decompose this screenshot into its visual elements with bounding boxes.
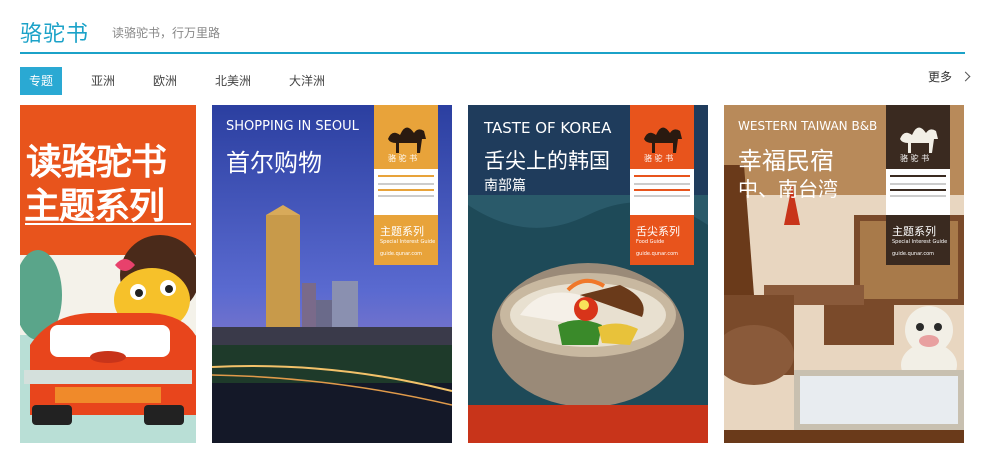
badge-top-list <box>630 169 694 215</box>
tab-asia[interactable]: 亚洲 <box>91 67 115 95</box>
badge-series-en: Special Interest Guide <box>380 239 436 245</box>
tab-europe[interactable]: 欧洲 <box>153 67 177 95</box>
badge-site: guide.qunar.com <box>892 251 935 257</box>
book-card-taste-of-korea[interactable]: TASTE OF KOREA 舌尖上的韩国 南部篇 骆 驼 书 舌尖系列 Foo… <box>468 105 708 443</box>
badge-series-name: 主题系列 <box>892 225 936 238</box>
card-en-title: WESTERN TAIWAN B&B <box>738 119 878 133</box>
card-cn-title: 幸福民宿 <box>738 147 834 175</box>
more-label: 更多 <box>927 70 952 84</box>
book-card-topic-series[interactable]: 读骆驼书 主题系列 <box>20 105 196 443</box>
badge-site: guide.qunar.com <box>636 251 679 257</box>
card-cn-subtitle: 南部篇 <box>484 178 526 194</box>
chevron-right-icon <box>960 71 971 82</box>
badge-logo-panel: 骆 驼 书 <box>374 105 438 169</box>
badge-site: guide.qunar.com <box>380 251 423 257</box>
badge-series-name: 舌尖系列 <box>636 225 680 238</box>
tab-oceania[interactable]: 大洋洲 <box>289 67 325 95</box>
tab-topics[interactable]: 专题 <box>20 67 63 95</box>
badge-top-list <box>374 169 438 215</box>
badge-logo-panel: 骆 驼 书 <box>886 105 950 169</box>
cartoon-car-illustration <box>20 235 196 443</box>
badge-series-en: Food Guide <box>636 239 665 245</box>
series-badge: 骆 驼 书 主题系列 Special Interest Guide guide.… <box>374 105 438 265</box>
header: 骆驼书 读骆驼书，行万里路 <box>20 10 965 54</box>
badge-series-name: 主题系列 <box>380 225 424 238</box>
badge-top-list <box>886 169 950 215</box>
brand-title[interactable]: 骆驼书 <box>20 16 89 48</box>
card-en-title: SHOPPING IN SEOUL <box>226 119 359 134</box>
book-card-shopping-in-seoul[interactable]: SHOPPING IN SEOUL 首尔购物 骆 驼 书 主题系列 Specia… <box>212 105 452 443</box>
badge-series-panel: 主题系列 Special Interest Guide guide.qunar.… <box>886 215 950 265</box>
brand-slogan: 读骆驼书，行万里路 <box>112 26 221 40</box>
badge-text: 骆 驼 书 <box>388 154 418 163</box>
tab-north-america[interactable]: 北美洲 <box>215 67 251 95</box>
series-badge: 骆 驼 书 主题系列 Special Interest Guide guide.… <box>886 105 950 265</box>
badge-series-en: Special Interest Guide <box>892 239 948 245</box>
badge-text: 骆 驼 书 <box>644 154 674 163</box>
badge-text: 骆 驼 书 <box>900 154 930 163</box>
badge-logo-panel: 骆 驼 书 <box>630 105 694 169</box>
badge-series-panel: 主题系列 Special Interest Guide guide.qunar.… <box>374 215 438 265</box>
badge-series-panel: 舌尖系列 Food Guide guide.qunar.com <box>630 215 694 265</box>
book-card-western-taiwan-bnb[interactable]: WESTERN TAIWAN B&B 幸福民宿 中、南台湾 骆 驼 书 主题系列… <box>724 105 964 443</box>
more-link[interactable]: 更多 <box>927 68 971 85</box>
card-cn-subtitle: 中、南台湾 <box>738 177 838 201</box>
card-en-title: TASTE OF KOREA <box>484 119 612 137</box>
card-cn-title: 首尔购物 <box>226 149 322 177</box>
card-cn-title: 舌尖上的韩国 <box>484 149 610 173</box>
series-badge: 骆 驼 书 舌尖系列 Food Guide guide.qunar.com <box>630 105 694 265</box>
